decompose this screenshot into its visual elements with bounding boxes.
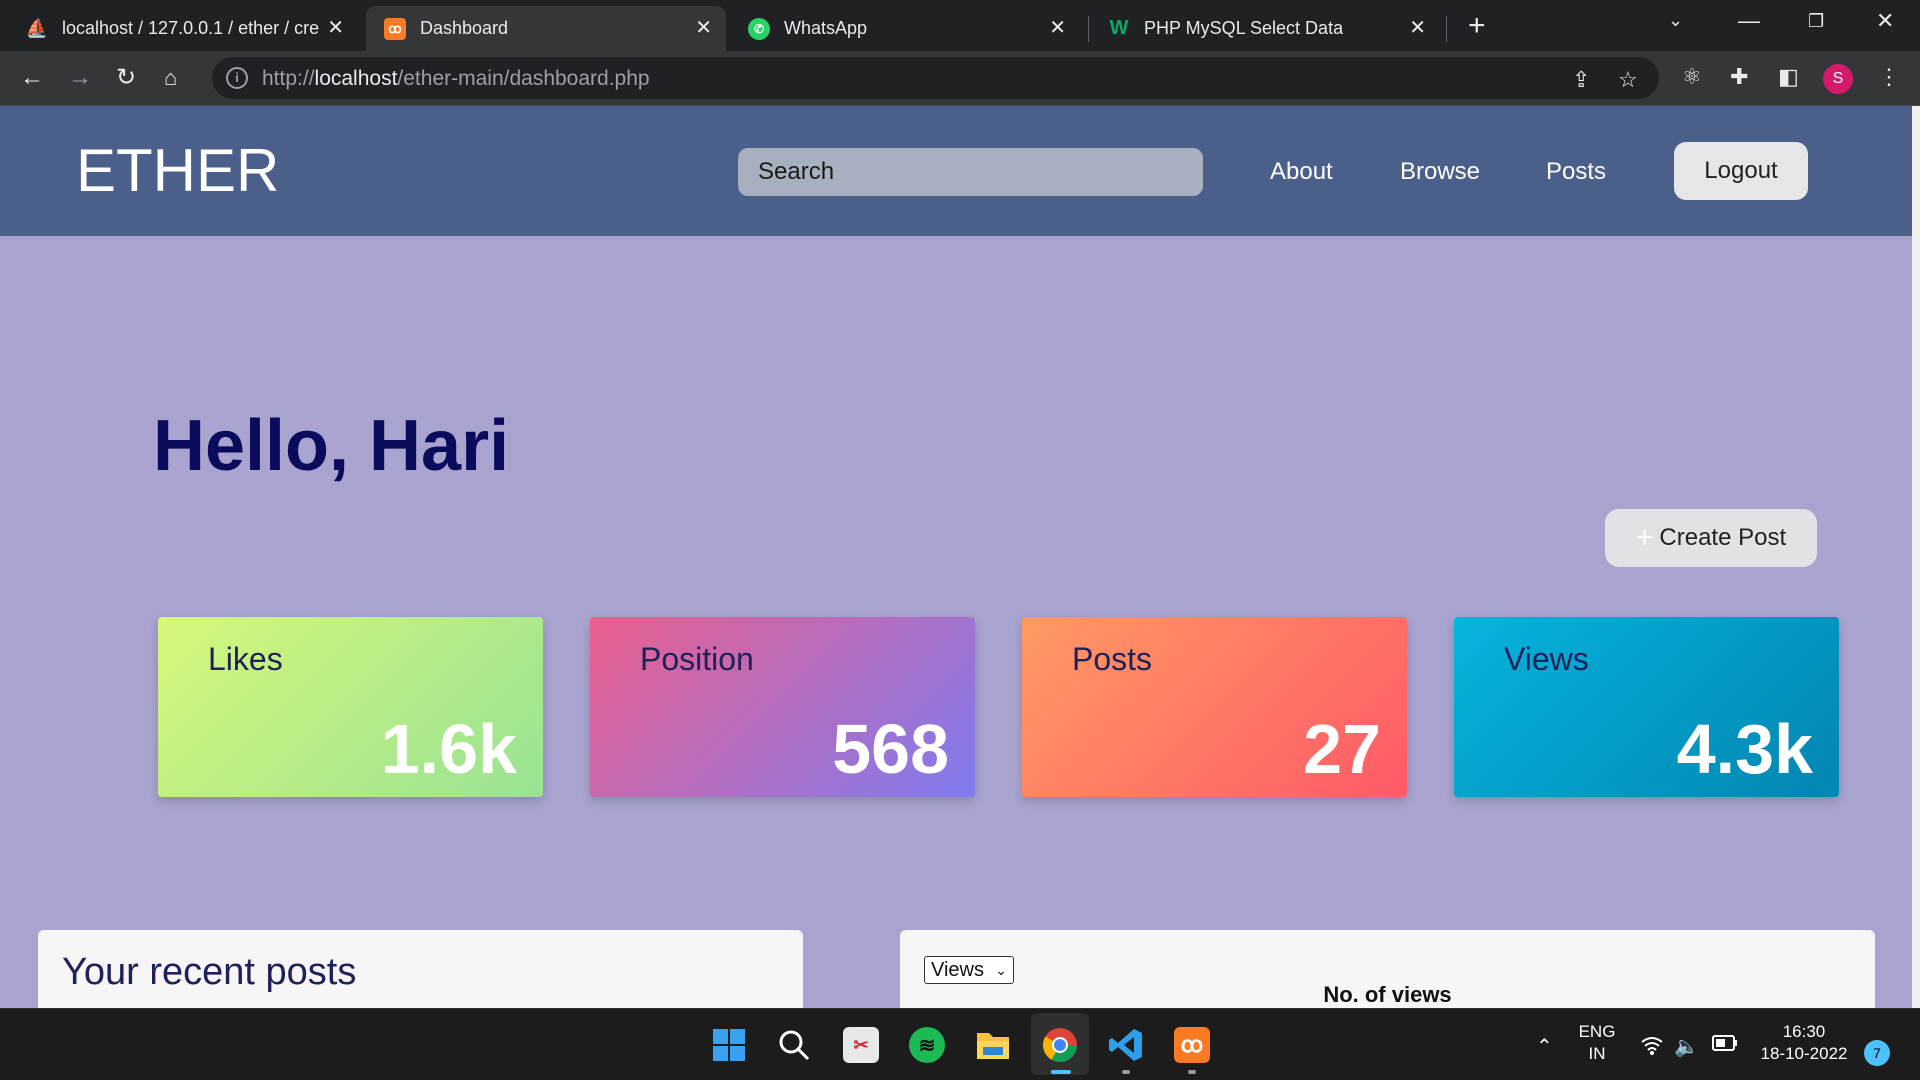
stat-card-likes: Likes 1.6k — [158, 617, 543, 797]
tab-search-icon[interactable]: ⌄ — [1668, 10, 1683, 31]
chevron-up-icon[interactable]: ⌃ — [1536, 1034, 1553, 1059]
home-icon[interactable]: ⌂ — [164, 63, 177, 93]
stat-value: 568 — [832, 710, 949, 788]
clock-time: 16:30 — [1782, 1022, 1826, 1041]
greeting-heading: Hello, Hari — [153, 406, 510, 486]
language-code: ENG — [1578, 1022, 1616, 1041]
spotify-icon[interactable]: ≋ — [909, 1027, 945, 1063]
logout-button[interactable]: Logout — [1674, 142, 1808, 200]
tab-title: PHP MySQL Select Data — [1144, 18, 1344, 38]
share-icon[interactable]: ⇪ — [1572, 67, 1590, 93]
forward-icon[interactable]: → — [68, 63, 92, 93]
url-host: localhost — [314, 67, 398, 90]
stat-value: 4.3k — [1676, 710, 1813, 788]
stat-card-views: Views 4.3k — [1454, 617, 1839, 797]
site-navbar: ETHER About Browse Posts Logout — [0, 106, 1912, 236]
profile-avatar[interactable]: S — [1823, 64, 1853, 94]
file-explorer-icon[interactable] — [975, 1027, 1011, 1063]
tab-title: Dashboard — [420, 18, 509, 38]
nav-about[interactable]: About — [1270, 158, 1333, 186]
chart-title: No. of views — [1323, 982, 1452, 1007]
create-post-button[interactable]: + Create Post — [1605, 509, 1817, 567]
stat-value: 1.6k — [380, 710, 517, 788]
tab-dashboard[interactable]: ꝏ Dashboard ✕ — [366, 6, 726, 51]
close-window-button[interactable]: ✕ — [1876, 8, 1894, 34]
tab-title: WhatsApp — [784, 18, 868, 38]
tab-title: localhost / 127.0.0.1 / ether / cre — [62, 18, 320, 38]
extensions-icon[interactable]: ✚ — [1730, 64, 1748, 90]
clock[interactable]: 16:30 18-10-2022 — [1752, 1021, 1856, 1065]
scrollbar[interactable] — [1912, 106, 1920, 1008]
xampp-icon: ꝏ — [384, 17, 406, 40]
w3schools-icon: W — [1109, 17, 1129, 39]
plus-icon: + — [1635, 521, 1654, 554]
create-post-label: Create Post — [1659, 524, 1787, 551]
search-icon[interactable] — [776, 1027, 812, 1063]
new-tab-button[interactable]: + — [1468, 10, 1486, 42]
url-scheme: http:// — [262, 67, 315, 90]
tab-separator — [1446, 16, 1447, 42]
tab-phpmyadmin[interactable]: ⛵ localhost / 127.0.0.1 / ether / cre ✕ — [8, 6, 358, 51]
restore-button[interactable]: ❐ — [1808, 11, 1824, 32]
notification-badge[interactable]: 7 — [1864, 1040, 1890, 1066]
xampp-icon[interactable]: ꝏ — [1174, 1027, 1210, 1063]
reload-icon[interactable]: ↻ — [116, 63, 136, 93]
clock-date: 18-10-2022 — [1760, 1044, 1848, 1063]
menu-icon[interactable]: ⋮ — [1878, 64, 1900, 90]
tab-php-mysql[interactable]: W PHP MySQL Select Data ✕ — [1090, 6, 1440, 51]
close-icon[interactable]: ✕ — [1409, 17, 1426, 39]
tab-separator — [1088, 16, 1089, 42]
stat-value: 27 — [1303, 710, 1381, 788]
nav-browse[interactable]: Browse — [1400, 158, 1480, 186]
close-icon[interactable]: ✕ — [327, 17, 344, 39]
whatsapp-icon: ✆ — [748, 17, 770, 40]
nav-posts[interactable]: Posts — [1546, 158, 1606, 186]
browser-tab-bar: ⛵ localhost / 127.0.0.1 / ether / cre ✕ … — [0, 0, 1920, 51]
chrome-icon[interactable] — [1042, 1027, 1078, 1063]
address-bar[interactable]: i http://localhost/ether-main/dashboard.… — [212, 57, 1659, 99]
running-indicator — [1051, 1070, 1071, 1074]
language-indicator[interactable]: ENG IN — [1574, 1021, 1620, 1065]
close-icon[interactable]: ✕ — [1049, 17, 1066, 39]
search-input[interactable] — [738, 148, 1203, 196]
views-select-value: Views — [931, 959, 984, 981]
url-text[interactable]: http://localhost/ether-main/dashboard.ph… — [262, 67, 650, 91]
views-select[interactable]: Views ⌄ — [924, 956, 1014, 984]
running-indicator — [1188, 1070, 1196, 1074]
site-logo[interactable]: ETHER — [76, 137, 279, 205]
battery-icon[interactable] — [1712, 1034, 1738, 1057]
region-code: IN — [1588, 1044, 1606, 1063]
windows-taskbar: ✂ ≋ ꝏ ⌃ ENG IN 🔈 16:30 18-10-2022 7 — [0, 1008, 1920, 1080]
close-icon[interactable]: ✕ — [695, 17, 712, 39]
phpmyadmin-icon: ⛵ — [25, 18, 49, 38]
stat-label: Position — [640, 641, 754, 677]
react-devtools-icon[interactable]: ⚛ — [1682, 64, 1702, 90]
recent-posts-panel: Your recent posts — [38, 930, 803, 1008]
running-indicator — [1122, 1070, 1130, 1074]
site-info-icon[interactable]: i — [226, 67, 248, 89]
stat-card-posts: Posts 27 — [1022, 617, 1407, 797]
stat-label: Likes — [208, 641, 283, 677]
back-icon[interactable]: ← — [20, 63, 44, 93]
page-viewport: ETHER About Browse Posts Logout Hello, H… — [0, 106, 1912, 1008]
stat-label: Views — [1504, 641, 1589, 677]
tab-whatsapp[interactable]: ✆ WhatsApp ✕ — [730, 6, 1080, 51]
volume-icon[interactable]: 🔈 — [1674, 1034, 1699, 1059]
snipping-tool-icon[interactable]: ✂ — [843, 1027, 879, 1063]
side-panel-icon[interactable]: ◧ — [1778, 64, 1799, 90]
vscode-icon[interactable] — [1108, 1027, 1144, 1063]
chevron-down-icon: ⌄ — [995, 962, 1007, 978]
wifi-icon[interactable] — [1640, 1034, 1664, 1062]
minimize-button[interactable]: — — [1738, 8, 1760, 34]
stat-card-position: Position 568 — [590, 617, 975, 797]
browser-toolbar: ← → ↻ ⌂ i http://localhost/ether-main/da… — [0, 51, 1920, 106]
views-chart-panel: Views ⌄ No. of views — [900, 930, 1875, 1008]
recent-posts-title: Your recent posts — [62, 951, 357, 993]
bookmark-star-icon[interactable]: ☆ — [1618, 67, 1638, 93]
url-path: /ether-main/dashboard.php — [397, 67, 650, 90]
stat-label: Posts — [1072, 641, 1153, 677]
windows-start-icon[interactable] — [711, 1027, 747, 1063]
